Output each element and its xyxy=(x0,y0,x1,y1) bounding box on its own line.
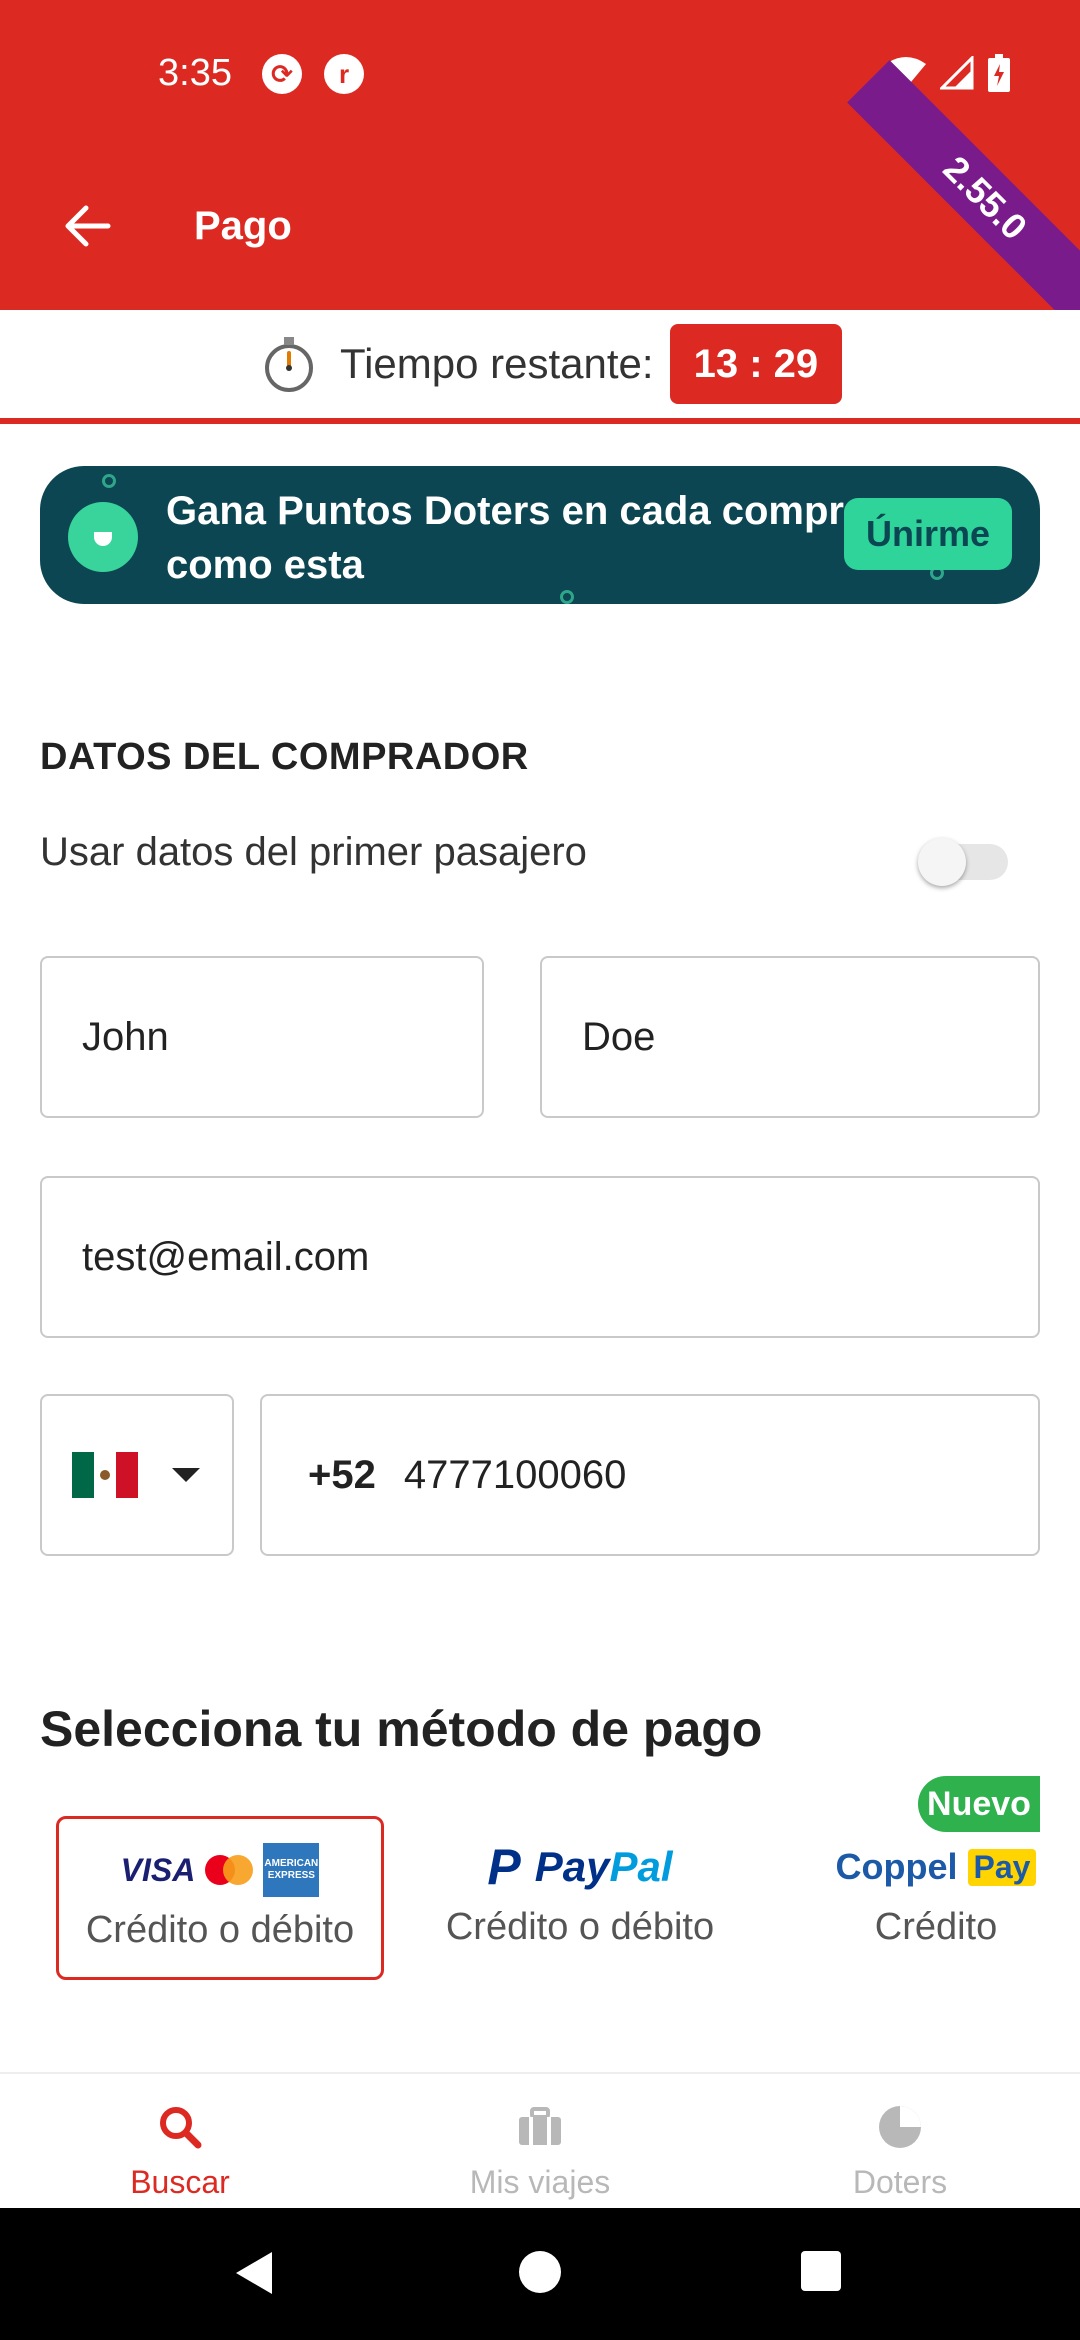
banner-decoration xyxy=(102,474,116,488)
paypal-logo: PayPal xyxy=(535,1843,673,1891)
nav-item-mis-viajes[interactable]: Mis viajes xyxy=(360,2074,720,2208)
briefcase-icon xyxy=(519,2107,561,2145)
doters-logo-icon xyxy=(68,502,138,572)
doters-banner[interactable]: Gana Puntos Doters en cada compra como e… xyxy=(40,466,1040,604)
system-home-icon[interactable] xyxy=(518,2250,562,2294)
mexico-flag-icon xyxy=(72,1452,138,1498)
join-doters-button[interactable]: Únirme xyxy=(844,498,1012,570)
use-first-passenger-toggle[interactable] xyxy=(918,838,1008,886)
payment-option-label: Crédito o débito xyxy=(85,1909,355,1951)
coppel-pay-logo: Pay xyxy=(967,1848,1037,1886)
payment-paypal-option[interactable]: P PayPal Crédito o débito xyxy=(416,1816,744,1980)
payment-option-label: Crédito o débito xyxy=(445,1906,715,1948)
coppel-logo: Coppel xyxy=(835,1846,958,1887)
nav-label: Doters xyxy=(852,2164,948,2200)
email-value: test@email.com xyxy=(82,1234,370,1279)
paypal-icon: P xyxy=(487,1839,521,1895)
nav-label: Mis viajes xyxy=(469,2164,611,2200)
doters-icon xyxy=(879,2106,921,2148)
banner-text: Gana Puntos Doters en cada compra como e… xyxy=(166,489,867,587)
phone-value: 4777100060 xyxy=(403,1452,627,1497)
system-navigation-bar xyxy=(0,2208,1080,2340)
timer-bar: Tiempo restante: 13 : 29 xyxy=(0,310,1080,424)
signal-icon xyxy=(940,56,974,90)
mastercard-logo-icon xyxy=(205,1855,254,1885)
country-code-selector[interactable] xyxy=(40,1394,234,1556)
nav-item-buscar[interactable]: Buscar xyxy=(0,2074,360,2208)
timer-countdown: 13 : 29 xyxy=(669,324,843,404)
stopwatch-icon xyxy=(265,337,313,392)
banner-decoration xyxy=(560,590,574,604)
payment-method-title: Selecciona tu método de pago xyxy=(40,1701,763,1757)
system-recents-icon[interactable] xyxy=(800,2250,842,2292)
phone-country-code: +52 xyxy=(308,1452,376,1497)
timer-label: Tiempo restante: xyxy=(340,340,654,387)
payment-coppel-option[interactable]: Coppel Pay Crédito xyxy=(776,1816,1080,1980)
payment-card-option[interactable]: VISA AMERICAN EXPRESS Crédito o débito xyxy=(56,1816,384,1980)
search-icon xyxy=(160,2107,202,2149)
payment-option-label: Crédito xyxy=(874,1906,998,1948)
amex-logo: AMERICAN EXPRESS xyxy=(263,1843,320,1897)
nav-label: Buscar xyxy=(130,2164,230,2200)
sync-icon: ⟳ xyxy=(262,54,302,94)
status-time: 3:35 xyxy=(158,52,232,94)
first-name-field[interactable]: John xyxy=(40,956,484,1118)
bottom-navigation: Buscar Mis viajes Doters xyxy=(0,2072,1080,2208)
last-name-field[interactable]: Doe xyxy=(540,956,1040,1118)
toggle-knob xyxy=(918,838,966,886)
paypal-logo-part1: Pay xyxy=(534,1843,610,1890)
first-name-value: John xyxy=(82,1014,169,1059)
battery-charging-icon xyxy=(988,54,1010,92)
last-name-value: Doe xyxy=(582,1014,656,1059)
back-arrow-icon[interactable] xyxy=(58,196,118,256)
system-back-icon[interactable] xyxy=(234,2250,274,2296)
version-ribbon: 2.55.0 xyxy=(847,60,1080,310)
page-title: Pago xyxy=(194,204,292,248)
email-field[interactable]: test@email.com xyxy=(40,1176,1040,1338)
paypal-logo-part2: Pal xyxy=(609,1843,673,1890)
visa-logo: VISA xyxy=(120,1851,196,1888)
buyer-section-title: DATOS DEL COMPRADOR xyxy=(40,736,529,778)
chevron-down-icon xyxy=(172,1468,200,1482)
nav-item-doters[interactable]: Doters xyxy=(720,2074,1080,2208)
use-first-passenger-label: Usar datos del primer pasajero xyxy=(40,830,587,874)
app-icon: r xyxy=(324,54,364,94)
app-header: 3:35 ⟳ r Pago 2.55.0 xyxy=(0,0,1080,310)
phone-field[interactable]: +52 4777100060 xyxy=(260,1394,1040,1556)
